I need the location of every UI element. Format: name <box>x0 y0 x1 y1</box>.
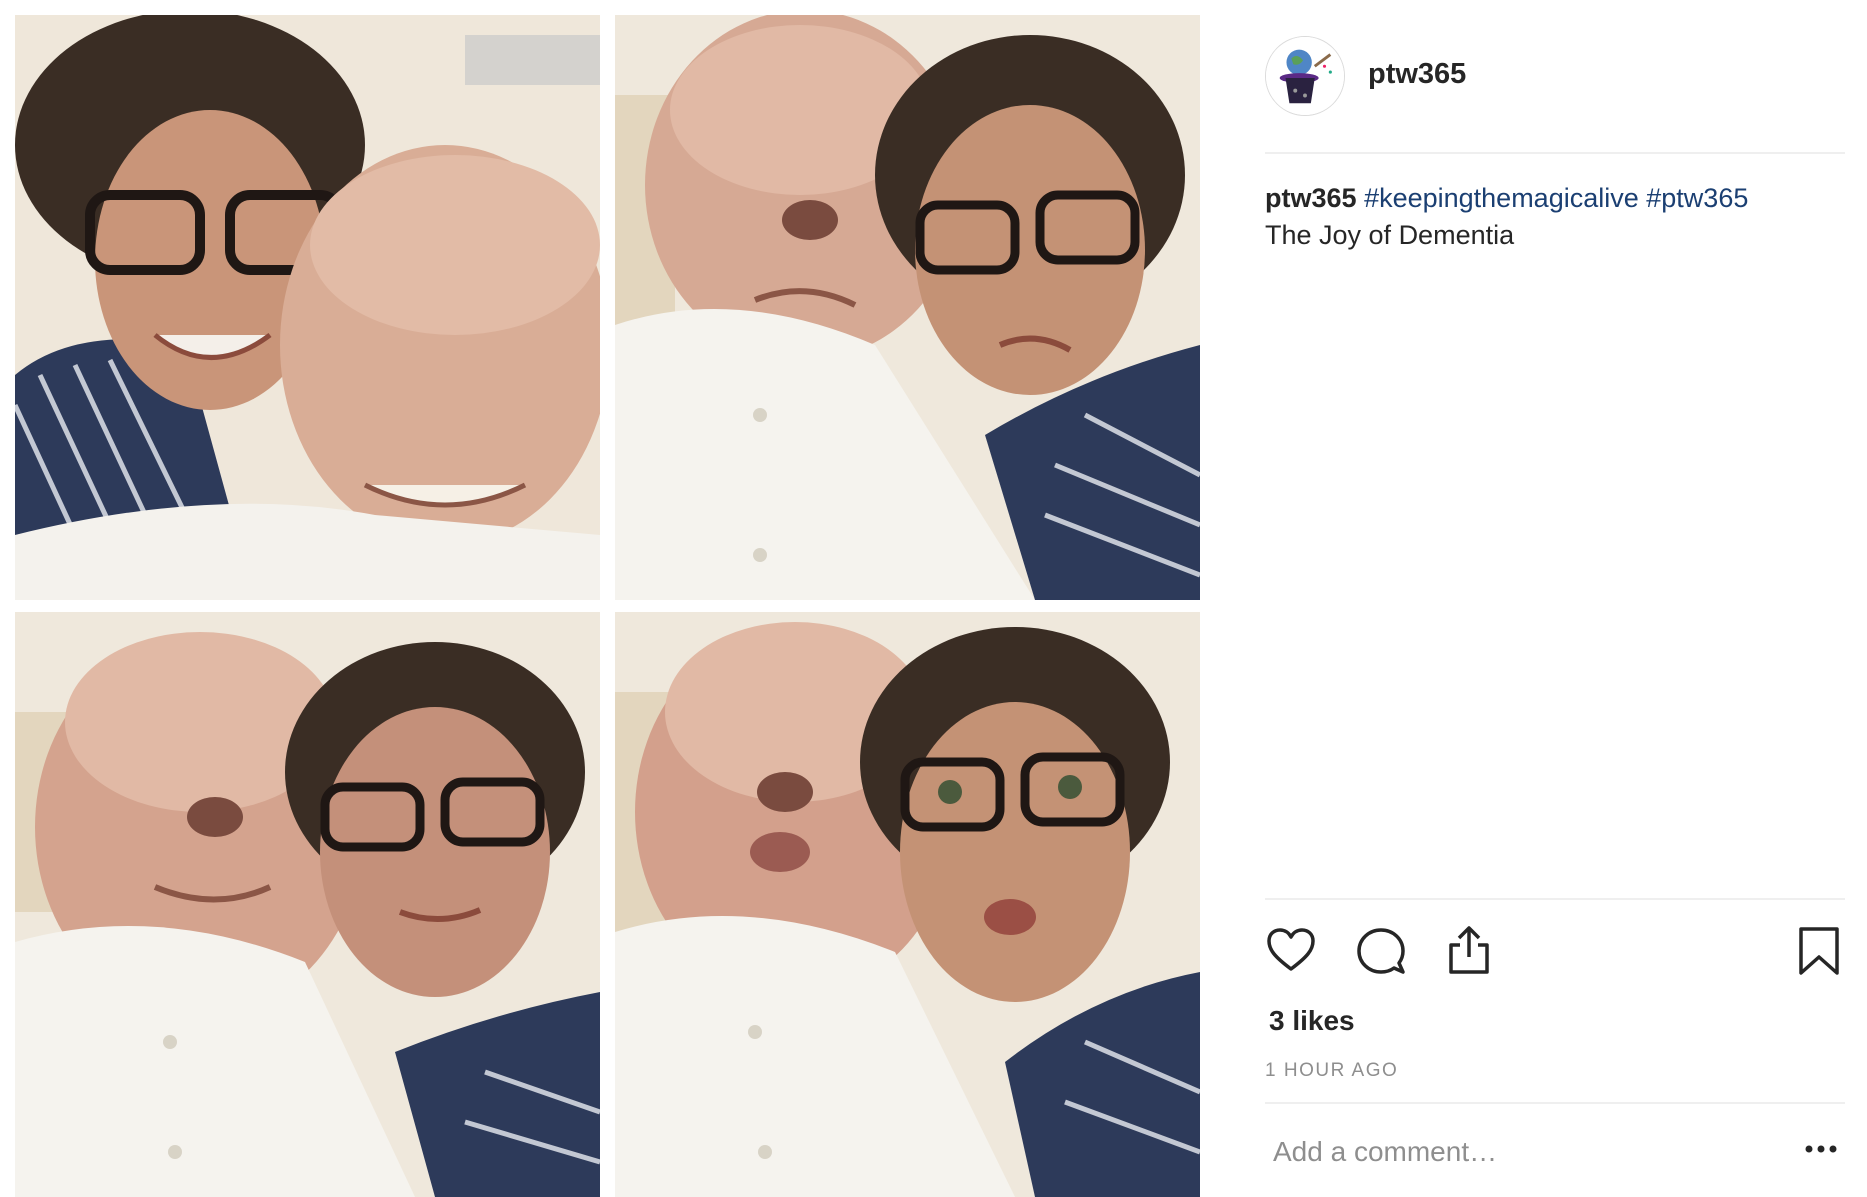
comment-divider <box>1265 1102 1845 1104</box>
collage-photo-3 <box>15 612 600 1197</box>
more-options-button[interactable] <box>1801 1134 1841 1164</box>
caption-text: The Joy of Dementia <box>1265 220 1515 250</box>
header-divider <box>1265 152 1845 154</box>
collage-photo-2 <box>615 15 1200 600</box>
post-username[interactable]: ptw365 <box>1368 58 1466 91</box>
avatar[interactable] <box>1265 36 1345 116</box>
post-panel: ptw365 ptw365 #keepingthemagicalive #ptw… <box>1265 0 1845 1194</box>
caption-username[interactable]: ptw365 <box>1265 183 1357 213</box>
like-button[interactable] <box>1265 925 1317 977</box>
more-dots-icon <box>1805 1145 1837 1153</box>
hashtag-link[interactable]: #ptw365 <box>1646 183 1748 213</box>
actions-divider <box>1265 898 1845 900</box>
collage-photo-1 <box>15 15 600 600</box>
action-bar <box>1265 925 1845 983</box>
likes-count[interactable]: 3 likes <box>1269 1005 1355 1037</box>
photo-collage <box>0 0 1220 1197</box>
hashtag-link[interactable]: #keepingthemagicalive <box>1364 183 1639 213</box>
collage-photo-4 <box>615 612 1200 1197</box>
bookmark-icon <box>1799 927 1839 975</box>
avatar-magic-hat-icon <box>1266 37 1344 115</box>
post-header: ptw365 <box>1265 34 1845 118</box>
speech-bubble-icon <box>1357 928 1405 974</box>
comment-button[interactable] <box>1355 925 1407 977</box>
comment-input[interactable] <box>1273 1130 1753 1174</box>
save-button[interactable] <box>1793 925 1845 977</box>
share-button[interactable] <box>1443 925 1495 977</box>
post-timestamp: 1 HOUR AGO <box>1265 1060 1399 1081</box>
heart-icon <box>1267 928 1315 971</box>
share-icon <box>1449 926 1489 974</box>
post-caption: ptw365 #keepingthemagicalive #ptw365 The… <box>1265 180 1845 254</box>
